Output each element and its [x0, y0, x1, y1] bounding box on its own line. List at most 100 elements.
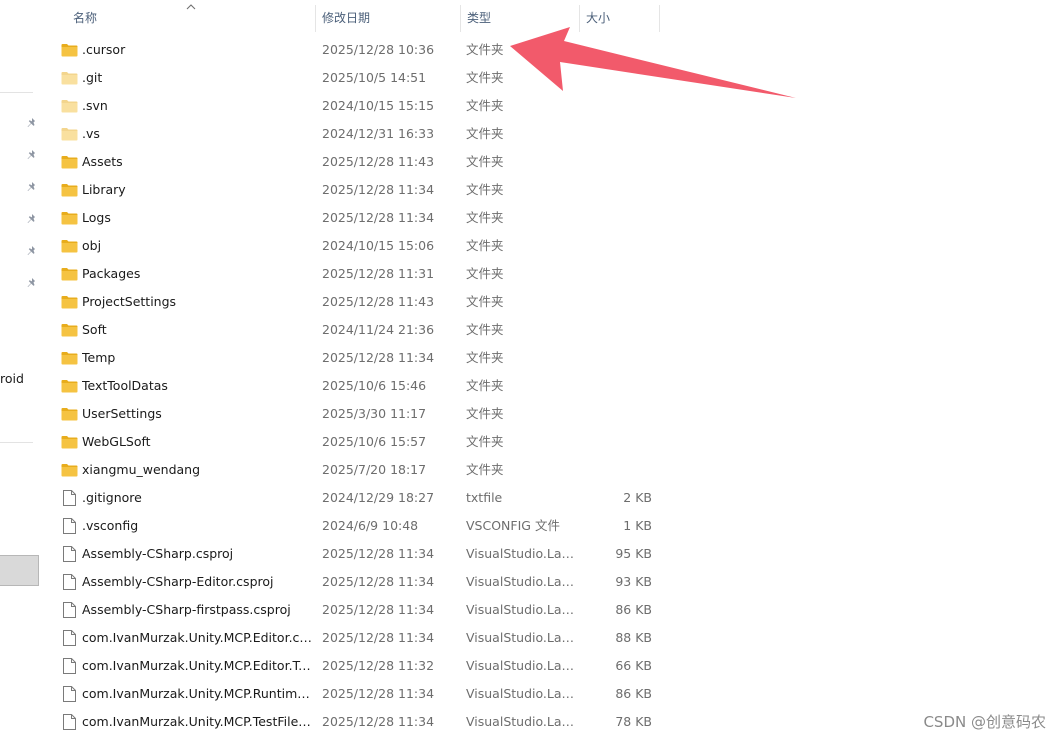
folder-row[interactable]: UserSettings 2025/3/30 11:17 文件夹 — [43, 400, 1052, 428]
file-size — [583, 232, 652, 260]
file-modified: 2025/12/28 11:31 — [322, 266, 435, 281]
pin-icon[interactable] — [26, 149, 38, 161]
file-type: VisualStudio.Lau... — [466, 630, 576, 645]
file-name[interactable]: UserSettings — [82, 400, 312, 428]
file-name[interactable]: com.IvanMurzak.Unity.MCP.TestFiles.... — [82, 708, 312, 736]
nav-item-selected[interactable] — [0, 555, 39, 586]
file-modified: 2025/12/28 11:34 — [322, 574, 435, 589]
file-size: 66 KB — [615, 658, 652, 673]
file-name[interactable]: com.IvanMurzak.Unity.MCP.Editor.Te... — [82, 652, 312, 680]
file-size: 86 KB — [615, 686, 652, 701]
pin-icon[interactable] — [26, 245, 38, 257]
file-modified: 2024/10/15 15:06 — [322, 238, 435, 253]
file-row[interactable]: .vsconfig 2024/6/9 10:48 VSCONFIG 文件 1 K… — [43, 512, 1052, 540]
file-row[interactable]: Assembly-CSharp-firstpass.csproj 2025/12… — [43, 596, 1052, 624]
file-row[interactable]: com.IvanMurzak.Unity.MCP.TestFiles.... 2… — [43, 708, 1052, 736]
file-name[interactable]: obj — [82, 232, 312, 260]
file-name[interactable]: Assembly-CSharp.csproj — [82, 540, 312, 568]
file-type: VisualStudio.Lau... — [466, 686, 576, 701]
file-size — [583, 372, 652, 400]
file-name[interactable]: Logs — [82, 204, 312, 232]
nav-item-label[interactable]: roid — [0, 371, 24, 386]
file-modified: 2024/12/29 18:27 — [322, 490, 435, 505]
row-icon — [61, 204, 78, 232]
navigation-pane: roid — [0, 0, 43, 737]
file-icon — [63, 490, 76, 506]
file-name[interactable]: Assembly-CSharp-Editor.csproj — [82, 568, 312, 596]
file-row[interactable]: Assembly-CSharp-Editor.csproj 2025/12/28… — [43, 568, 1052, 596]
file-type: 文件夹 — [466, 322, 504, 337]
folder-row[interactable]: Assets 2025/12/28 11:43 文件夹 — [43, 148, 1052, 176]
row-icon — [61, 176, 78, 204]
row-icon — [61, 456, 78, 484]
file-icon — [63, 574, 76, 590]
row-icon — [61, 680, 78, 708]
file-modified: 2025/3/30 11:17 — [322, 406, 427, 421]
file-name[interactable]: Soft — [82, 316, 312, 344]
file-size: 95 KB — [615, 546, 652, 561]
file-explorer-window: roid 名称 修改日期 类型 大小 .cursor 2025/12/28 10… — [0, 0, 1052, 737]
file-size — [583, 428, 652, 456]
pin-icon[interactable] — [26, 213, 38, 225]
file-type: 文件夹 — [466, 378, 504, 393]
file-row[interactable]: com.IvanMurzak.Unity.MCP.Runtime.c... 20… — [43, 680, 1052, 708]
file-modified: 2025/12/28 11:32 — [322, 658, 435, 673]
folder-icon — [61, 212, 78, 225]
file-name[interactable]: Packages — [82, 260, 312, 288]
file-name[interactable]: WebGLSoft — [82, 428, 312, 456]
file-size — [583, 288, 652, 316]
file-name[interactable]: com.IvanMurzak.Unity.MCP.Runtime.c... — [82, 680, 312, 708]
file-name[interactable]: .svn — [82, 92, 312, 120]
folder-row[interactable]: TextToolDatas 2025/10/6 15:46 文件夹 — [43, 372, 1052, 400]
file-name[interactable]: .vs — [82, 120, 312, 148]
file-name[interactable]: Assets — [82, 148, 312, 176]
pin-icon[interactable] — [26, 117, 38, 129]
file-name[interactable]: Library — [82, 176, 312, 204]
file-row[interactable]: .gitignore 2024/12/29 18:27 txtfile 2 KB — [43, 484, 1052, 512]
folder-row[interactable]: Temp 2025/12/28 11:34 文件夹 — [43, 344, 1052, 372]
file-modified: 2025/7/20 18:17 — [322, 462, 427, 477]
nav-divider — [0, 92, 33, 93]
file-name[interactable]: Temp — [82, 344, 312, 372]
file-type: VisualStudio.Lau... — [466, 574, 576, 589]
column-header-modified[interactable]: 修改日期 — [316, 5, 460, 32]
file-name[interactable]: .vsconfig — [82, 512, 312, 540]
folder-icon — [61, 352, 78, 365]
file-row[interactable]: com.IvanMurzak.Unity.MCP.Editor.Te... 20… — [43, 652, 1052, 680]
file-size — [583, 148, 652, 176]
file-name[interactable]: .gitignore — [82, 484, 312, 512]
folder-row[interactable]: .vs 2024/12/31 16:33 文件夹 — [43, 120, 1052, 148]
file-size: 86 KB — [615, 602, 652, 617]
column-header-name[interactable]: 名称 — [67, 5, 315, 32]
folder-row[interactable]: obj 2024/10/15 15:06 文件夹 — [43, 232, 1052, 260]
file-modified: 2024/10/15 15:15 — [322, 98, 435, 113]
file-name[interactable]: .cursor — [82, 36, 312, 64]
row-icon — [61, 260, 78, 288]
folder-row[interactable]: Logs 2025/12/28 11:34 文件夹 — [43, 204, 1052, 232]
folder-row[interactable]: xiangmu_wendang 2025/7/20 18:17 文件夹 — [43, 456, 1052, 484]
pin-icon[interactable] — [26, 277, 38, 289]
file-icon — [63, 658, 76, 674]
file-size: 2 KB — [623, 490, 652, 505]
file-name[interactable]: com.IvanMurzak.Unity.MCP.Editor.cs... — [82, 624, 312, 652]
file-row[interactable]: Assembly-CSharp.csproj 2025/12/28 11:34 … — [43, 540, 1052, 568]
pin-icon[interactable] — [26, 181, 38, 193]
file-name[interactable]: xiangmu_wendang — [82, 456, 312, 484]
file-name[interactable]: Assembly-CSharp-firstpass.csproj — [82, 596, 312, 624]
folder-icon — [61, 408, 78, 421]
file-name[interactable]: ProjectSettings — [82, 288, 312, 316]
file-name[interactable]: TextToolDatas — [82, 372, 312, 400]
file-type: VSCONFIG 文件 — [466, 518, 560, 533]
file-name[interactable]: .git — [82, 64, 312, 92]
row-icon — [61, 708, 78, 736]
file-icon — [63, 546, 76, 562]
row-icon — [61, 372, 78, 400]
folder-icon — [61, 44, 78, 57]
file-row[interactable]: com.IvanMurzak.Unity.MCP.Editor.cs... 20… — [43, 624, 1052, 652]
folder-row[interactable]: Packages 2025/12/28 11:31 文件夹 — [43, 260, 1052, 288]
folder-row[interactable]: ProjectSettings 2025/12/28 11:43 文件夹 — [43, 288, 1052, 316]
row-icon — [61, 64, 78, 92]
folder-row[interactable]: WebGLSoft 2025/10/6 15:57 文件夹 — [43, 428, 1052, 456]
folder-row[interactable]: Library 2025/12/28 11:34 文件夹 — [43, 176, 1052, 204]
folder-row[interactable]: Soft 2024/11/24 21:36 文件夹 — [43, 316, 1052, 344]
